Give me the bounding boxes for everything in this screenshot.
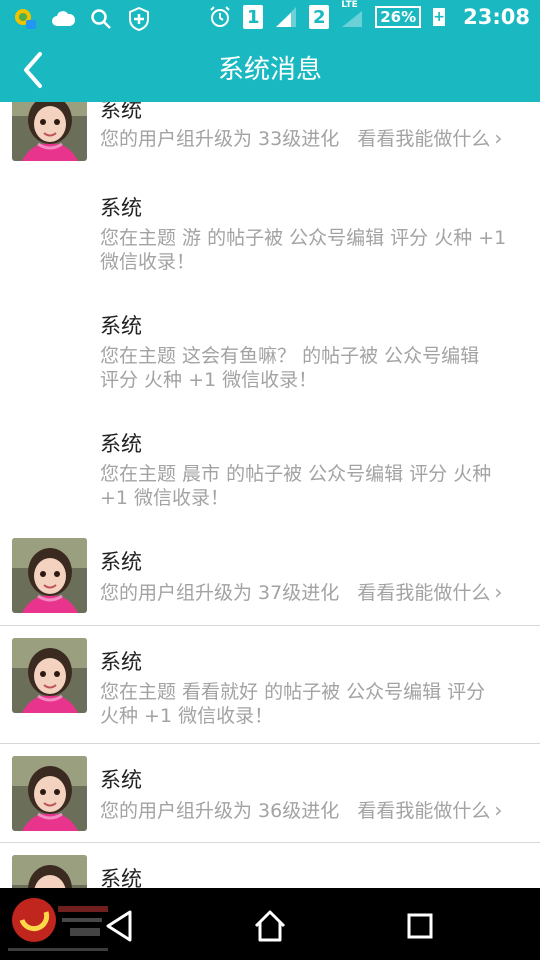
list-item[interactable]: 系统	[0, 843, 540, 888]
recents-icon	[407, 913, 433, 939]
list-item[interactable]: 系统 您在主题 游 的帖子被 公众号编辑 评分 火种 +1 微信收录！	[0, 180, 540, 290]
dragon-logo	[4, 890, 114, 958]
cloud-icon	[50, 6, 76, 32]
message-sender: 系统	[100, 314, 142, 338]
message-text: 您的用户组升级为 33级进化 看看我能做什么 ›	[100, 126, 530, 151]
back-triangle-icon	[106, 910, 132, 942]
message-line: 您在主题 晨市 的帖子被 公众号编辑 评分 火种	[100, 463, 492, 485]
clock: 23:08	[463, 5, 530, 29]
signal-icon	[273, 4, 299, 30]
nav-recents-button[interactable]	[400, 906, 440, 946]
avatar	[12, 538, 87, 613]
alarm-icon	[207, 4, 233, 30]
message-link[interactable]: 看看我能做什么	[357, 128, 490, 150]
message-sender: 系统	[100, 432, 142, 456]
sim1-badge: 1	[243, 5, 264, 29]
message-line: 评分 火种 +1 微信收录！	[100, 369, 318, 391]
message-text: 您的用户组升级为 37级进化 看看我能做什么 ›	[100, 580, 530, 605]
message-sender: 系统	[100, 650, 142, 674]
message-text: 您的用户组升级为 36级进化 看看我能做什么 ›	[100, 798, 530, 823]
avatar	[12, 756, 87, 831]
message-text: 您在主题 游 的帖子被 公众号编辑 评分 火种 +1 微信收录！	[100, 226, 530, 274]
chevron-right-icon: ›	[494, 580, 503, 604]
shield-icon	[126, 6, 152, 32]
search-icon	[88, 6, 114, 32]
list-item[interactable]: 系统 您的用户组升级为 36级进化 看看我能做什么 ›	[0, 744, 540, 842]
navigation-bar	[0, 888, 540, 960]
message-body: 您的用户组升级为 37级进化	[100, 582, 340, 604]
chevron-right-icon: ›	[494, 126, 503, 150]
network-type-label: LTE	[341, 0, 358, 10]
page-title: 系统消息	[217, 55, 322, 85]
list-item[interactable]: 系统 您在主题 这会有鱼嘛？ 的帖子被 公众号编辑 评分 火种 +1 微信收录！	[0, 298, 540, 408]
message-line: 您在主题 游 的帖子被 公众号编辑 评分 火种 +1	[100, 227, 507, 249]
message-sender: 系统	[100, 768, 142, 792]
message-sender: 系统	[100, 867, 142, 888]
message-sender: 系统	[100, 550, 142, 574]
message-text: 您在主题 这会有鱼嘛？ 的帖子被 公众号编辑 评分 火种 +1 微信收录！	[100, 344, 530, 392]
message-text: 您在主题 晨市 的帖子被 公众号编辑 评分 火种 +1 微信收录！	[100, 462, 530, 510]
title-bar: 系统消息	[0, 38, 540, 102]
status-bar: 1 2 LTE 26% + 23:08	[0, 0, 540, 38]
battery-level: 26%	[380, 8, 417, 26]
signal-icon: LTE	[339, 0, 365, 30]
list-item[interactable]: 系统 您在主题 看看就好 的帖子被 公众号编辑 评分 火种 +1 微信收录！	[0, 626, 540, 743]
message-link[interactable]: 看看我能做什么	[357, 800, 490, 822]
message-sender: 系统	[100, 196, 142, 220]
message-body: 您的用户组升级为 36级进化	[100, 800, 340, 822]
battery-indicator: 26%	[375, 6, 422, 28]
avatar	[12, 102, 87, 161]
message-line: 您在主题 这会有鱼嘛？ 的帖子被 公众号编辑	[100, 345, 480, 367]
avatar	[12, 855, 87, 888]
chevron-right-icon: ›	[494, 798, 503, 822]
charging-icon: +	[433, 8, 446, 26]
message-line: 您在主题 看看就好 的帖子被 公众号编辑 评分	[100, 681, 486, 703]
app-notification-icon	[12, 6, 38, 32]
nav-home-button[interactable]	[250, 906, 290, 946]
list-item[interactable]: 系统 您的用户组升级为 33级进化 看看我能做什么 ›	[0, 102, 540, 166]
nav-back-button[interactable]	[100, 906, 140, 946]
sim2-badge: 2	[309, 5, 330, 29]
avatar	[12, 638, 87, 713]
message-link[interactable]: 看看我能做什么	[357, 582, 490, 604]
message-text: 您在主题 看看就好 的帖子被 公众号编辑 评分 火种 +1 微信收录！	[100, 680, 530, 728]
message-list[interactable]: 系统 您的用户组升级为 33级进化 看看我能做什么 › 系统 您在主题 游 的帖子…	[0, 102, 540, 888]
message-line: 火种 +1 微信收录！	[100, 705, 274, 727]
back-button[interactable]	[14, 50, 54, 90]
chevron-left-icon	[24, 52, 42, 88]
message-line: +1 微信收录！	[100, 487, 230, 509]
list-item[interactable]: 系统 您的用户组升级为 37级进化 看看我能做什么 ›	[0, 534, 540, 626]
message-line: 微信收录！	[100, 251, 196, 273]
message-body: 您的用户组升级为 33级进化	[100, 128, 340, 150]
message-sender: 系统	[100, 102, 142, 122]
home-icon	[254, 910, 286, 942]
list-item[interactable]: 系统 您在主题 晨市 的帖子被 公众号编辑 评分 火种 +1 微信收录！	[0, 416, 540, 526]
